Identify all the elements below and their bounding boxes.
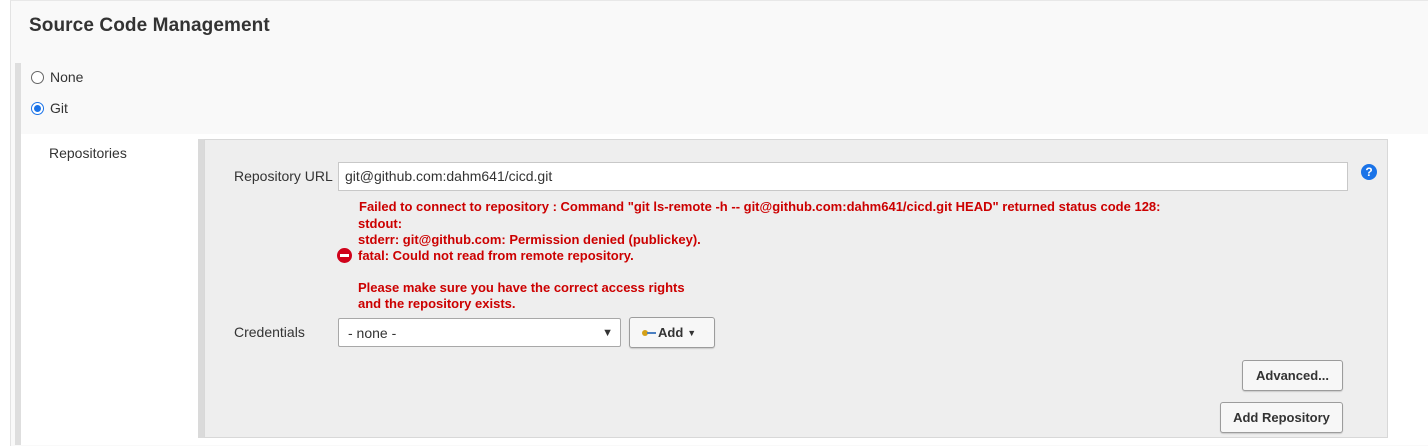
advanced-button[interactable]: Advanced... (1242, 360, 1343, 391)
add-repository-button[interactable]: Add Repository (1220, 402, 1343, 433)
error-line-4: fatal: Could not read from remote reposi… (358, 248, 634, 263)
repositories-label: Repositories (49, 145, 127, 161)
credentials-select[interactable]: - none - ▼ (338, 318, 621, 347)
repository-url-label: Repository URL (234, 168, 333, 184)
error-line-2: stdout: (358, 216, 403, 231)
add-credentials-label: Add (658, 325, 684, 340)
radio-none[interactable] (31, 70, 44, 84)
error-line-3: stderr: git@github.com: Permission denie… (358, 232, 701, 247)
repository-url-input[interactable]: git@github.com:dahm641/cicd.git (338, 162, 1348, 191)
radio-git[interactable] (31, 101, 44, 115)
repository-url-help-icon[interactable]: ? (1361, 164, 1377, 180)
credentials-label: Credentials (234, 324, 305, 340)
dropdown-arrow-icon: ▼ (687, 327, 697, 338)
caret-down-icon: ▼ (602, 327, 613, 339)
section-title: Source Code Management (29, 15, 270, 36)
credentials-selected-value: - none - (348, 325, 397, 341)
scm-option-git-label: Git (50, 100, 68, 116)
error-line-1: Failed to connect to repository : Comman… (359, 199, 1161, 214)
error-line-5: Please make sure you have the correct ac… (358, 280, 685, 295)
add-credentials-button[interactable]: Add ▼ (629, 317, 715, 348)
error-icon (337, 248, 352, 263)
scm-option-none-label: None (50, 69, 84, 85)
key-icon (642, 329, 656, 337)
scm-option-none[interactable]: None (31, 69, 83, 85)
scm-option-git[interactable]: Git (31, 100, 68, 116)
error-line-6: and the repository exists. (358, 296, 516, 311)
